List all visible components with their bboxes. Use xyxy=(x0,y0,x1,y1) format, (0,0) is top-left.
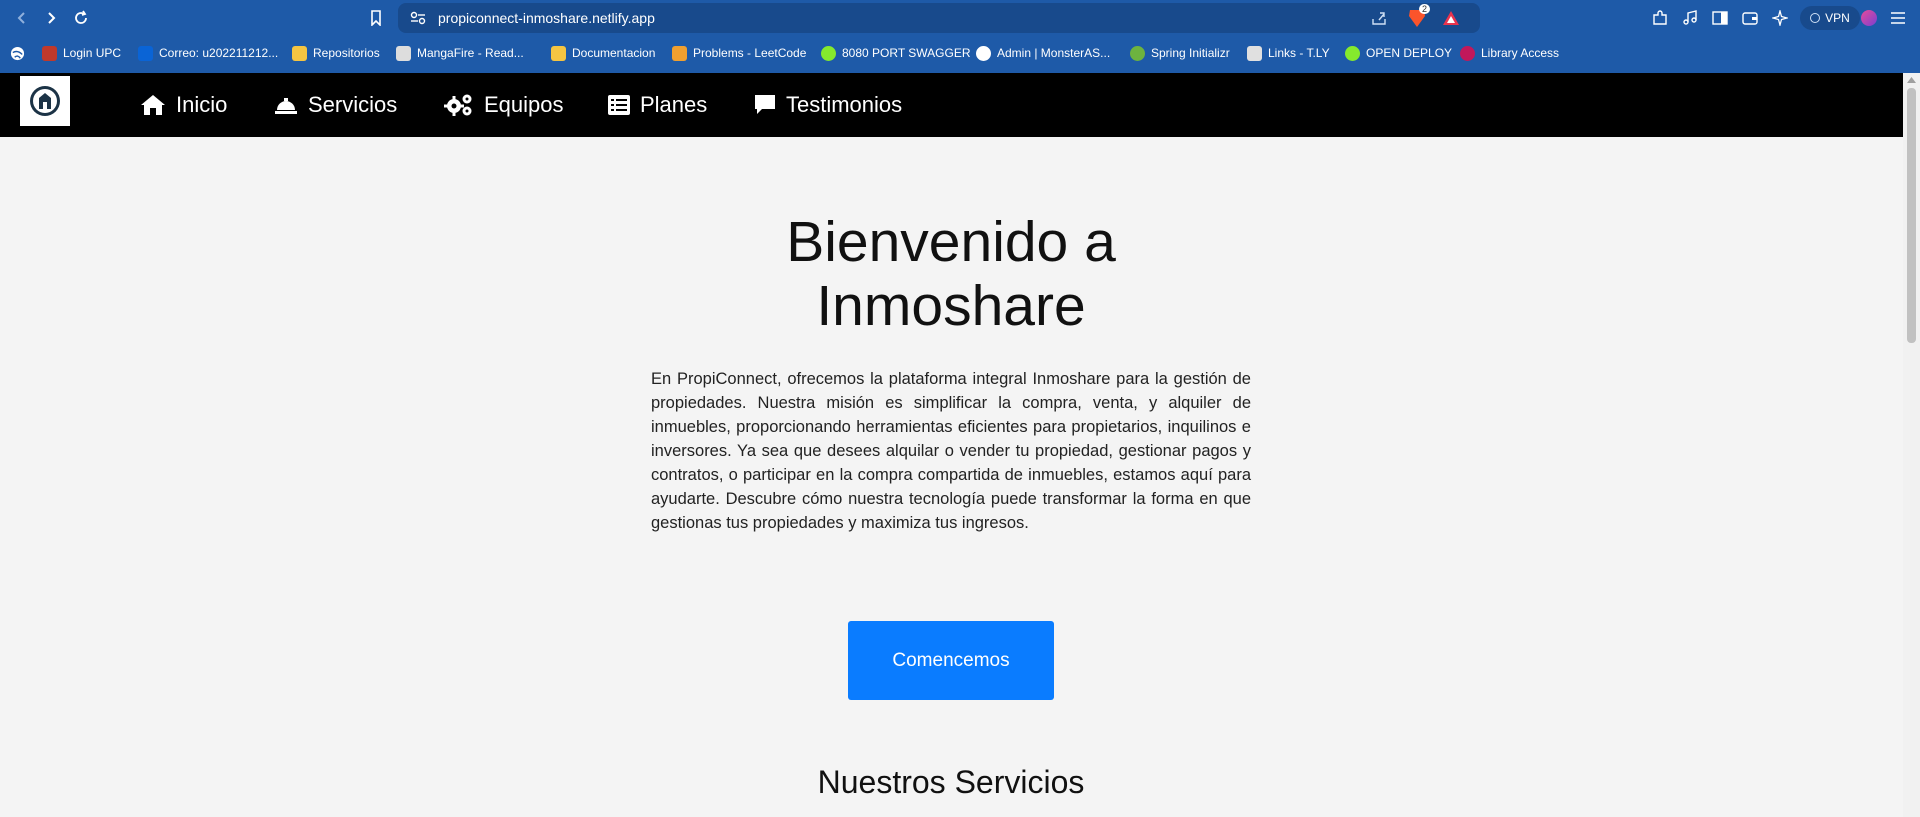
bookmark-5[interactable]: Problems - LeetCode xyxy=(672,44,806,62)
bookmark-1-label: Correo: u202211212... xyxy=(159,46,279,60)
wallet-icon xyxy=(1742,12,1758,25)
profile-button[interactable] xyxy=(1857,6,1881,30)
site-logo[interactable] xyxy=(20,76,70,126)
bookmark-6-label: 8080 PORT SWAGGER xyxy=(842,46,971,60)
services-section-title: Nuestros Servicios xyxy=(817,764,1085,800)
nav-equipos-label: Equipos xyxy=(484,92,564,117)
mangafire-icon xyxy=(396,45,411,61)
bookmark-11-label: Library Access xyxy=(1481,46,1560,60)
bookmark-2-label: Repositorios xyxy=(313,46,380,60)
hero-title: Bienvenido a Inmoshare xyxy=(786,210,1116,338)
bookmark-10-label: OPEN DEPLOY xyxy=(1366,46,1453,60)
bookmark-page-button[interactable] xyxy=(364,6,388,30)
outlook-icon xyxy=(138,45,153,61)
share-icon[interactable] xyxy=(1371,10,1387,26)
swagger-icon xyxy=(1345,45,1360,61)
bookmark-icon xyxy=(371,10,381,26)
bookmarks-bar: Login UPC Correo: u202211212... Reposito… xyxy=(0,40,1920,66)
nav-inicio-label: Inicio xyxy=(176,92,228,117)
chevron-left-icon xyxy=(17,12,25,24)
bookmark-11[interactable]: Library Access xyxy=(1460,44,1559,62)
bookmarks-shortcut[interactable] xyxy=(10,44,25,62)
browser-chrome: propiconnect-inmoshare.netlify.app 2 VPN… xyxy=(0,0,1920,73)
page-scrollbar[interactable] xyxy=(1903,73,1920,817)
nav-planes[interactable]: Planes xyxy=(608,89,707,121)
nav-equipos[interactable]: Equipos xyxy=(444,89,564,121)
bookmark-4[interactable]: Documentacion xyxy=(551,44,655,62)
menu-button[interactable] xyxy=(1886,6,1910,30)
sidebar-icon xyxy=(1712,11,1728,25)
vpn-button[interactable]: VPN xyxy=(1800,6,1860,30)
nav-servicios-label: Servicios xyxy=(308,92,398,117)
service-bell-icon xyxy=(275,98,297,114)
bookmark-9[interactable]: Links - T.LY xyxy=(1247,44,1330,62)
browser-toolbar: propiconnect-inmoshare.netlify.app 2 VPN xyxy=(0,0,1920,36)
site-navbar: Inicio Servicios Equipos Planes Testimon… xyxy=(0,73,1903,137)
wallet-button[interactable] xyxy=(1738,6,1762,30)
bookmark-0-label: Login UPC xyxy=(63,46,122,60)
globe-icon xyxy=(976,45,991,61)
music-note-icon xyxy=(1683,10,1697,25)
bookmark-7-label: Admin | MonsterAS... xyxy=(997,46,1111,60)
leo-ai-button[interactable] xyxy=(1768,6,1792,30)
nav-testimonios[interactable]: Testimonios xyxy=(754,89,902,121)
bookmark-1[interactable]: Correo: u202211212... xyxy=(138,44,278,62)
bookmark-3[interactable]: MangaFire - Read... xyxy=(396,44,524,62)
brave-rewards-button[interactable] xyxy=(1442,9,1460,32)
leetcode-icon xyxy=(672,45,687,61)
forward-button[interactable] xyxy=(39,6,63,30)
url-text: propiconnect-inmoshare.netlify.app xyxy=(438,10,655,26)
rewards-triangle-icon xyxy=(1443,11,1459,25)
avatar-icon xyxy=(42,45,57,61)
swagger-icon xyxy=(821,45,836,61)
back-button[interactable] xyxy=(10,6,34,30)
nav-inicio[interactable]: Inicio xyxy=(140,89,227,121)
extensions-button[interactable] xyxy=(1648,6,1672,30)
list-icon xyxy=(608,95,630,115)
bookmark-10[interactable]: OPEN DEPLOY xyxy=(1345,44,1452,62)
gears-icon xyxy=(444,94,472,116)
bookmark-8-label: Spring Initializr xyxy=(1151,46,1230,60)
folder-icon xyxy=(551,45,566,61)
bookmark-4-label: Documentacion xyxy=(572,46,656,60)
reload-button[interactable] xyxy=(69,6,93,30)
spring-icon xyxy=(1130,45,1145,61)
bookmark-2[interactable]: Repositorios xyxy=(292,44,380,62)
bookmark-9-label: Links - T.LY xyxy=(1268,46,1330,60)
home-icon xyxy=(141,95,165,115)
vpn-status-icon xyxy=(1810,13,1821,23)
media-button[interactable] xyxy=(1678,6,1702,30)
comment-icon xyxy=(755,95,775,114)
bookmark-8[interactable]: Spring Initializr xyxy=(1130,44,1230,62)
profile-avatar-icon xyxy=(1861,10,1877,26)
bookmark-5-label: Problems - LeetCode xyxy=(693,46,807,60)
bookmark-7[interactable]: Admin | MonsterAS... xyxy=(976,44,1110,62)
address-bar[interactable]: propiconnect-inmoshare.netlify.app 2 xyxy=(398,3,1480,33)
site-settings-icon[interactable] xyxy=(410,11,426,25)
building-logo-icon xyxy=(30,86,60,116)
bookmark-3-label: MangaFire - Read... xyxy=(417,46,524,60)
comencemos-button[interactable]: Comencemos xyxy=(848,621,1054,700)
library-icon xyxy=(1460,45,1475,61)
bookmark-0[interactable]: Login UPC xyxy=(42,44,121,62)
brave-badge: 2 xyxy=(1419,4,1431,14)
brave-shields-button[interactable]: 2 xyxy=(1408,4,1431,28)
puzzle-icon xyxy=(1653,10,1667,25)
sparkle-icon xyxy=(1772,10,1788,26)
nav-testimonios-label: Testimonios xyxy=(786,92,903,117)
tly-icon xyxy=(1247,45,1262,61)
sidebar-button[interactable] xyxy=(1708,6,1732,30)
scroll-up-arrow-icon[interactable] xyxy=(1907,76,1916,83)
hamburger-icon xyxy=(1891,12,1905,24)
scrollbar-thumb[interactable] xyxy=(1907,88,1916,343)
globe-icon xyxy=(10,46,25,60)
bookmark-6[interactable]: 8080 PORT SWAGGER xyxy=(821,44,971,62)
hero-description: En PropiConnect, ofrecemos la plataforma… xyxy=(651,370,1251,532)
chevron-right-icon xyxy=(48,12,56,24)
nav-planes-label: Planes xyxy=(640,92,708,117)
vpn-label: VPN xyxy=(1825,11,1850,25)
reload-icon xyxy=(75,10,87,24)
nav-servicios[interactable]: Servicios xyxy=(274,89,397,121)
folder-icon xyxy=(292,45,307,61)
